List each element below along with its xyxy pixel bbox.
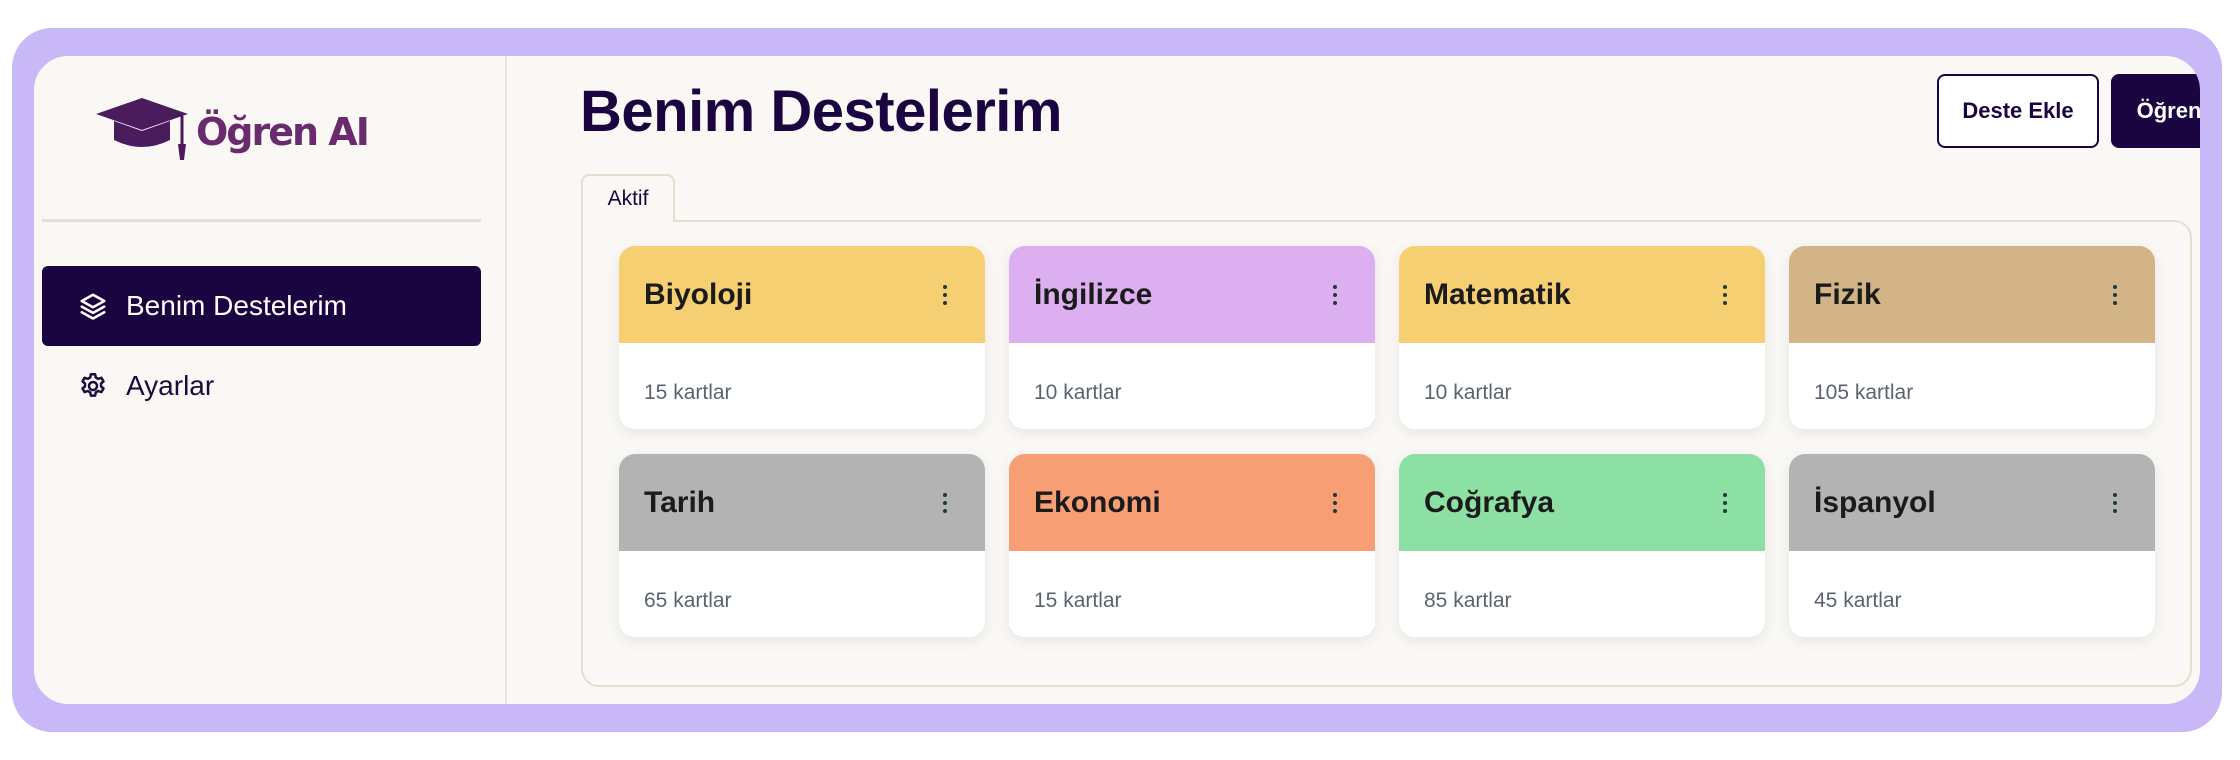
sidebar-item-label: Ayarlar	[126, 370, 215, 401]
graduation-cap-icon	[96, 98, 188, 160]
deck-card-history[interactable]: Tarih 65 kartlar	[619, 454, 985, 637]
app-window: Öğren AI Benim Destelerim Ayarlar Benim …	[34, 56, 2200, 704]
add-deck-button[interactable]: Deste Ekle	[1937, 74, 2099, 148]
deck-card-header: Biyoloji	[619, 246, 985, 343]
deck-card-count: 10 kartlar	[1034, 381, 1122, 404]
more-options-icon[interactable]	[1325, 280, 1345, 310]
tab-active[interactable]: Aktif	[581, 174, 675, 222]
brand-name: Öğren AI	[196, 110, 370, 154]
more-options-icon[interactable]	[1715, 280, 1735, 310]
deck-title: Matematik	[1424, 277, 1571, 311]
deck-card-header: Fizik	[1789, 246, 2155, 343]
deck-card-count: 105 kartlar	[1814, 381, 1914, 404]
sidebar-divider	[42, 219, 481, 222]
gear-icon	[78, 371, 108, 401]
more-options-icon[interactable]	[2105, 280, 2125, 310]
more-options-icon[interactable]	[935, 280, 955, 310]
main-content: Benim Destelerim Deste Ekle Öğren Aktif …	[507, 56, 2200, 704]
sidebar: Öğren AI Benim Destelerim Ayarlar	[34, 56, 507, 704]
deck-card-count: 85 kartlar	[1424, 589, 1512, 612]
deck-card-math[interactable]: Matematik 10 kartlar	[1399, 246, 1765, 429]
deck-title: İngilizce	[1034, 277, 1153, 311]
deck-title: Coğrafya	[1424, 485, 1555, 519]
deck-card-header: Matematik	[1399, 246, 1765, 343]
deck-card-biology[interactable]: Biyoloji 15 kartlar	[619, 246, 985, 429]
learn-button[interactable]: Öğren	[2111, 74, 2200, 148]
deck-card-english[interactable]: İngilizce 10 kartlar	[1009, 246, 1375, 429]
window-frame: Öğren AI Benim Destelerim Ayarlar Benim …	[12, 28, 2222, 732]
deck-title: Tarih	[644, 485, 716, 519]
deck-card-spanish[interactable]: İspanyol 45 kartlar	[1789, 454, 2155, 637]
deck-title: Ekonomi	[1034, 485, 1161, 519]
more-options-icon[interactable]	[935, 488, 955, 518]
sidebar-item-label: Benim Destelerim	[126, 290, 347, 321]
deck-card-count: 65 kartlar	[644, 589, 732, 612]
more-options-icon[interactable]	[1715, 488, 1735, 518]
deck-card-header: İspanyol	[1789, 454, 2155, 551]
sidebar-nav: Benim Destelerim Ayarlar	[42, 266, 481, 426]
layers-icon	[78, 291, 108, 321]
deck-card-header: İngilizce	[1009, 246, 1375, 343]
deck-card-economics[interactable]: Ekonomi 15 kartlar	[1009, 454, 1375, 637]
deck-card-count: 10 kartlar	[1424, 381, 1512, 404]
deck-card-physics[interactable]: Fizik 105 kartlar	[1789, 246, 2155, 429]
more-options-icon[interactable]	[1325, 488, 1345, 518]
deck-title: Biyoloji	[644, 277, 753, 311]
more-options-icon[interactable]	[2105, 488, 2125, 518]
deck-card-header: Ekonomi	[1009, 454, 1375, 551]
deck-card-count: 45 kartlar	[1814, 589, 1902, 612]
deck-card-count: 15 kartlar	[1034, 589, 1122, 612]
deck-card-count: 15 kartlar	[644, 381, 732, 404]
deck-card-geography[interactable]: Coğrafya 85 kartlar	[1399, 454, 1765, 637]
deck-title: İspanyol	[1814, 485, 1936, 519]
logo[interactable]: Öğren AI	[94, 96, 370, 164]
sidebar-item-my-decks[interactable]: Benim Destelerim	[42, 266, 481, 346]
deck-card-header: Coğrafya	[1399, 454, 1765, 551]
sidebar-item-settings[interactable]: Ayarlar	[42, 346, 481, 426]
deck-panel: Biyoloji 15 kartlar İngilizce 10 kartlar…	[581, 220, 2192, 687]
page-title: Benim Destelerim	[580, 79, 1062, 144]
deck-title: Fizik	[1814, 277, 1881, 311]
deck-card-header: Tarih	[619, 454, 985, 551]
